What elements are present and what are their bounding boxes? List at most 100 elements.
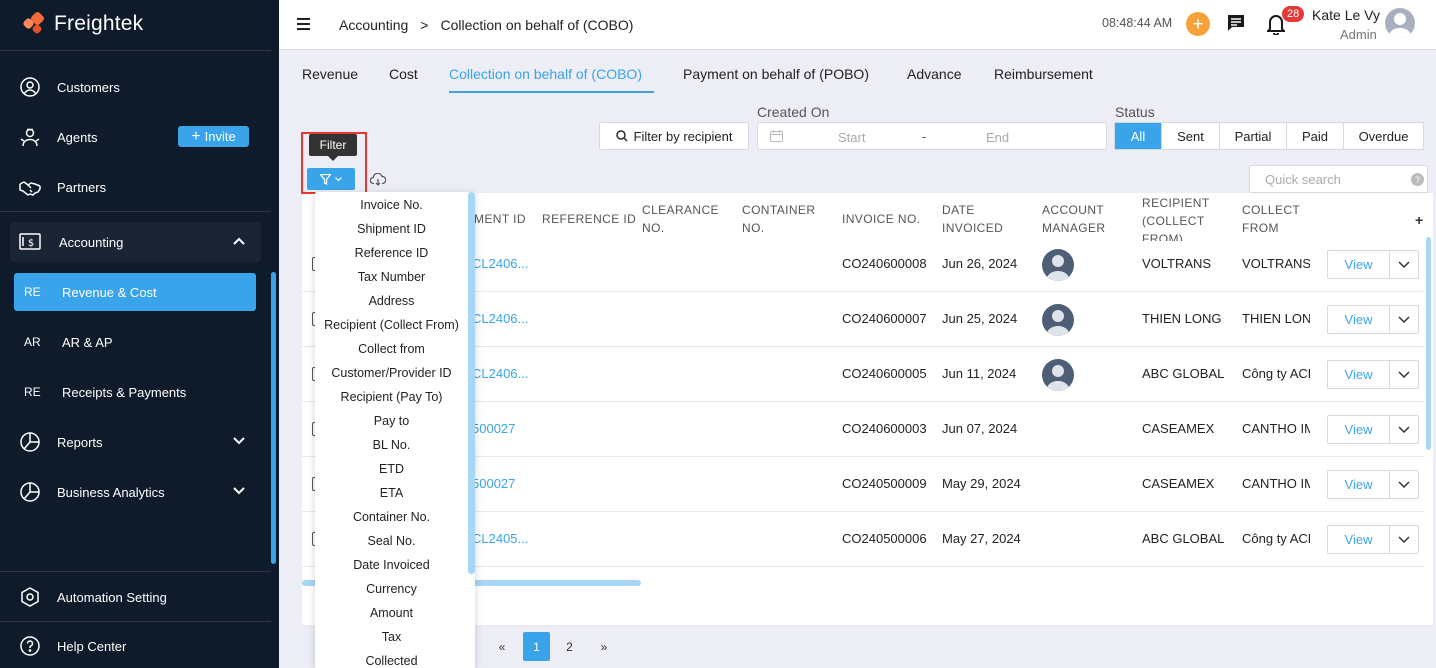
status-partial-button[interactable]: Partial (1220, 123, 1287, 149)
dropdown-item-date-invoiced[interactable]: Date Invoiced (315, 553, 468, 577)
sidebar-item-automation-setting[interactable]: Automation Setting (0, 577, 271, 617)
sidebar-subitem-receipts-payments[interactable]: RE Receipts & Payments (14, 373, 256, 411)
sidebar-item-business-analytics[interactable]: Business Analytics (0, 472, 271, 512)
app-logo[interactable]: Freightek (22, 10, 143, 38)
date-end-placeholder[interactable]: End (986, 130, 1009, 145)
shipment-id-link[interactable]: CL2405... (472, 531, 528, 546)
view-button[interactable]: View (1328, 306, 1390, 333)
view-button[interactable]: View (1328, 526, 1390, 553)
customers-icon (20, 77, 40, 97)
shipment-id-link[interactable]: CL2406... (472, 256, 528, 271)
dropdown-item-customer-provider-id[interactable]: Customer/Provider ID (315, 361, 468, 385)
table-vertical-scrollbar[interactable] (1426, 237, 1431, 450)
dropdown-item-address[interactable]: Address (315, 289, 468, 313)
shipment-id-link[interactable]: 500027 (472, 476, 515, 491)
chevron-down-icon[interactable] (1390, 306, 1418, 333)
tab-revenue[interactable]: Revenue (302, 66, 358, 82)
dropdown-scrollbar[interactable] (468, 192, 475, 574)
clock-time: 08:48:44 AM (1102, 16, 1173, 30)
created-on-date-range[interactable]: Start - End (757, 122, 1107, 150)
pagination-page-1[interactable]: 1 (523, 632, 550, 661)
shipment-id-link[interactable]: 500027 (472, 421, 515, 436)
filter-by-recipient-button[interactable]: Filter by recipient (599, 122, 749, 150)
dropdown-item-currency[interactable]: Currency (315, 577, 468, 601)
tab-pobo[interactable]: Payment on behalf of (POBO) (683, 66, 869, 82)
sidebar-scrollbar[interactable] (271, 272, 276, 564)
sidebar-item-help-center[interactable]: Help Center (0, 626, 271, 666)
add-circle-icon[interactable]: + (1186, 12, 1210, 36)
column-header-container-no[interactable]: CONTAINER NO. (742, 201, 832, 237)
quick-search-input[interactable]: Quick search ? (1249, 165, 1428, 193)
shipment-id-link[interactable]: CL2406... (472, 311, 528, 326)
column-header-shipment-id[interactable]: MENT ID (474, 210, 526, 228)
user-avatar[interactable] (1385, 8, 1415, 38)
dropdown-item-eta[interactable]: ETA (315, 481, 468, 505)
chevron-down-icon[interactable] (1390, 361, 1418, 388)
column-header-invoice-no[interactable]: INVOICE NO. (842, 210, 920, 228)
chevron-down-icon[interactable] (1390, 251, 1418, 278)
dropdown-item-amount[interactable]: Amount (315, 601, 468, 625)
tab-cost[interactable]: Cost (389, 66, 418, 82)
dropdown-item-tax-number[interactable]: Tax Number (315, 265, 468, 289)
column-header-reference-id[interactable]: REFERENCE ID (542, 210, 636, 228)
dropdown-item-tax[interactable]: Tax (315, 625, 468, 649)
chat-icon[interactable] (1226, 13, 1246, 33)
chevron-down-icon[interactable] (1390, 471, 1418, 498)
column-header-clearance-no[interactable]: CLEARANCE NO. (642, 201, 732, 237)
calendar-icon (770, 130, 783, 142)
breadcrumb-item-accounting[interactable]: Accounting (339, 17, 408, 33)
dropdown-item-container-no[interactable]: Container No. (315, 505, 468, 529)
chevron-down-icon[interactable] (1390, 526, 1418, 553)
dropdown-item-shipment-id[interactable]: Shipment ID (315, 217, 468, 241)
status-sent-button[interactable]: Sent (1162, 123, 1220, 149)
tab-advance[interactable]: Advance (907, 66, 961, 82)
filter-button[interactable] (307, 168, 355, 190)
user-role: Admin (1340, 27, 1377, 42)
invoice-no: CO240500009 (842, 476, 927, 491)
status-overdue-button[interactable]: Overdue (1344, 123, 1423, 149)
view-button[interactable]: View (1328, 251, 1390, 278)
sidebar-subitem-ar-ap[interactable]: AR AR & AP (14, 323, 256, 361)
dropdown-item-invoice-no[interactable]: Invoice No. (315, 193, 468, 217)
column-header-account-manager[interactable]: ACCOUNT MANAGER (1042, 201, 1132, 237)
pagination-page-2[interactable]: 2 (557, 632, 582, 661)
date-start-placeholder[interactable]: Start (838, 130, 865, 145)
view-button[interactable]: View (1328, 471, 1390, 498)
dropdown-item-recipient-pay-to[interactable]: Recipient (Pay To) (315, 385, 468, 409)
pagination-next[interactable]: » (594, 632, 614, 661)
invite-button[interactable]: + Invite (178, 126, 249, 147)
column-header-collect-from[interactable]: COLLECT FROM (1242, 201, 1322, 237)
add-column-icon[interactable]: + (1415, 212, 1423, 228)
recipient: THIEN LONG (1142, 311, 1222, 326)
sidebar-item-accounting[interactable]: $ Accounting (10, 222, 261, 262)
user-name[interactable]: Kate Le Vy (1312, 7, 1380, 23)
dropdown-item-seal-no[interactable]: Seal No. (315, 529, 468, 553)
dropdown-item-collect-from[interactable]: Collect from (315, 337, 468, 361)
dropdown-item-pay-to[interactable]: Pay to (315, 409, 468, 433)
sidebar-item-reports[interactable]: Reports (0, 422, 271, 462)
view-button[interactable]: View (1328, 416, 1390, 443)
dropdown-item-recipient-collect-from[interactable]: Recipient (Collect From) (315, 313, 468, 337)
hamburger-menu-icon[interactable] (297, 18, 310, 30)
chevron-down-icon (233, 487, 245, 495)
dropdown-item-reference-id[interactable]: Reference ID (315, 241, 468, 265)
dropdown-item-collected[interactable]: Collected (315, 649, 468, 668)
filter-icon (320, 173, 331, 185)
cloud-download-icon[interactable] (370, 173, 386, 186)
sidebar-subitem-revenue-cost[interactable]: RE Revenue & Cost (14, 273, 256, 311)
status-paid-button[interactable]: Paid (1287, 123, 1344, 149)
status-all-button[interactable]: All (1115, 123, 1162, 149)
column-header-recipient[interactable]: RECIPIENT (COLLECT FROM) (1142, 194, 1232, 241)
sidebar-item-partners[interactable]: Partners (0, 167, 271, 207)
dropdown-item-etd[interactable]: ETD (315, 457, 468, 481)
view-button[interactable]: View (1328, 361, 1390, 388)
tab-reimbursement[interactable]: Reimbursement (994, 66, 1093, 82)
help-circle-icon[interactable]: ? (1411, 173, 1424, 186)
tab-cobo[interactable]: Collection on behalf of (COBO) (449, 66, 642, 82)
column-header-date-invoiced[interactable]: DATE INVOICED (942, 201, 1022, 237)
chevron-down-icon[interactable] (1390, 416, 1418, 443)
dropdown-item-bl-no[interactable]: BL No. (315, 433, 468, 457)
shipment-id-link[interactable]: CL2406... (472, 366, 528, 381)
pagination-prev[interactable]: « (492, 632, 512, 661)
sidebar-item-customers[interactable]: Customers (0, 67, 271, 107)
